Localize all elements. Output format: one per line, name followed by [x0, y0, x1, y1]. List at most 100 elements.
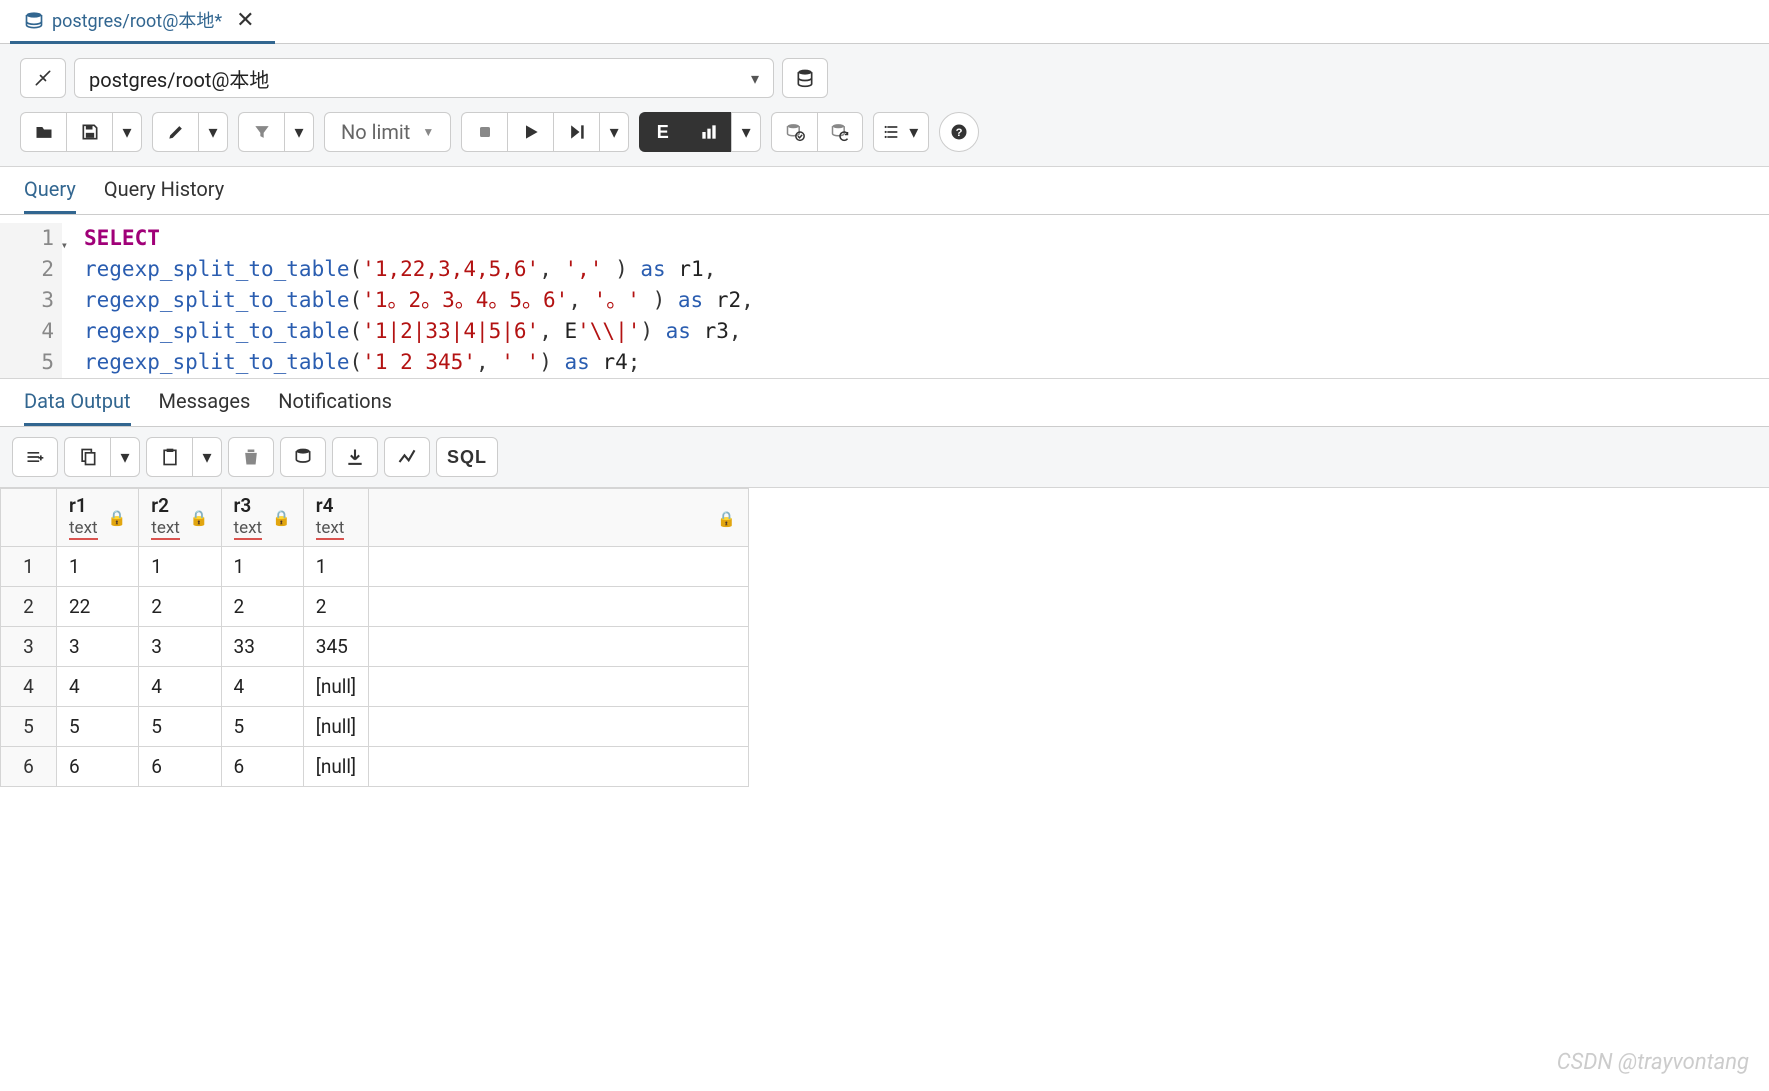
keyword: SELECT — [84, 226, 160, 250]
row-number: 3 — [1, 627, 57, 667]
cell[interactable]: 2 — [303, 587, 368, 627]
stop-button[interactable] — [461, 112, 507, 152]
execute-dropdown[interactable]: ▾ — [599, 112, 629, 152]
commit-button[interactable] — [771, 112, 817, 152]
tab-query[interactable]: Query — [24, 177, 76, 214]
watermark: CSDN @trayvontang — [1557, 1050, 1749, 1075]
cell[interactable]: 3 — [139, 627, 221, 667]
tab-notifications[interactable]: Notifications — [278, 389, 392, 426]
column-header-r1[interactable]: r1text🔒 — [57, 489, 139, 547]
cell[interactable]: 6 — [139, 747, 221, 787]
string: '1 2 345' — [362, 350, 476, 374]
cell[interactable]: 4 — [57, 667, 139, 707]
explain-analyze-button[interactable] — [685, 112, 731, 152]
paste-dropdown[interactable]: ▾ — [192, 437, 222, 477]
execute-script-button[interactable] — [553, 112, 599, 152]
col-name: r3 — [234, 495, 263, 518]
column-header-r3[interactable]: r3text🔒 — [221, 489, 303, 547]
cell[interactable]: 2 — [139, 587, 221, 627]
macros-button[interactable]: ▾ — [873, 112, 929, 152]
table-row[interactable]: 11111 — [1, 547, 749, 587]
tab-messages[interactable]: Messages — [159, 389, 251, 426]
col-type: text — [151, 518, 180, 540]
cell[interactable]: 4 — [139, 667, 221, 707]
copy-dropdown[interactable]: ▾ — [110, 437, 140, 477]
table-row[interactable]: 222222 — [1, 587, 749, 627]
limit-select[interactable]: No limit ▼ — [324, 112, 451, 152]
tab-query-history[interactable]: Query History — [104, 177, 224, 214]
edit-dropdown[interactable]: ▾ — [198, 112, 228, 152]
table-row[interactable]: 33333345 — [1, 627, 749, 667]
code-area[interactable]: SELECT regexp_split_to_table('1,22,3,4,5… — [62, 223, 754, 378]
edit-button[interactable] — [152, 112, 198, 152]
sql-button[interactable]: SQL — [436, 437, 498, 477]
string: ',' — [564, 257, 602, 281]
row-number: 5 — [1, 707, 57, 747]
string: '1,22,3,4,5,6' — [362, 257, 539, 281]
execute-button[interactable] — [507, 112, 553, 152]
function: regexp_split_to_table — [84, 350, 350, 374]
copy-button[interactable] — [64, 437, 110, 477]
filter-button[interactable] — [238, 112, 284, 152]
filter-dropdown[interactable]: ▾ — [284, 112, 314, 152]
table-row[interactable]: 5555[null] — [1, 707, 749, 747]
line-number: 2 — [41, 257, 54, 281]
cell[interactable]: 5 — [139, 707, 221, 747]
cell[interactable]: 3 — [57, 627, 139, 667]
paste-button[interactable] — [146, 437, 192, 477]
cell[interactable]: 5 — [221, 707, 303, 747]
save-button[interactable] — [66, 112, 112, 152]
tab-bar: postgres/root@本地* ✕ — [0, 0, 1769, 44]
explain-dropdown[interactable]: ▾ — [731, 112, 761, 152]
filter-group: ▾ — [238, 112, 314, 152]
server-button[interactable] — [782, 58, 828, 98]
cell[interactable]: 1 — [139, 547, 221, 587]
cell-empty — [369, 627, 749, 667]
column-header-r2[interactable]: r2text🔒 — [139, 489, 221, 547]
explain-button[interactable]: E — [639, 112, 685, 152]
cell[interactable]: 345 — [303, 627, 368, 667]
alias: r3 — [704, 319, 729, 343]
close-icon[interactable]: ✕ — [230, 8, 260, 33]
table-row[interactable]: 6666[null] — [1, 747, 749, 787]
rollback-button[interactable] — [817, 112, 863, 152]
fold-icon[interactable]: ▾ — [61, 230, 68, 261]
help-button[interactable]: ? — [939, 112, 979, 152]
cell[interactable]: 1 — [57, 547, 139, 587]
cell[interactable]: 5 — [57, 707, 139, 747]
save-dropdown[interactable]: ▾ — [112, 112, 142, 152]
cell-empty — [369, 667, 749, 707]
cell[interactable]: 1 — [221, 547, 303, 587]
cell[interactable]: [null] — [303, 707, 368, 747]
cell[interactable]: 22 — [57, 587, 139, 627]
save-data-button[interactable] — [280, 437, 326, 477]
cell[interactable]: 6 — [221, 747, 303, 787]
cell[interactable]: 4 — [221, 667, 303, 707]
row-number: 6 — [1, 747, 57, 787]
add-row-button[interactable] — [12, 437, 58, 477]
cell[interactable]: 2 — [221, 587, 303, 627]
row-number: 4 — [1, 667, 57, 707]
editor-tab[interactable]: postgres/root@本地* ✕ — [10, 0, 275, 44]
line-number: 4 — [41, 319, 54, 343]
cell-empty — [369, 587, 749, 627]
column-header-extra: 🔒 — [369, 489, 749, 547]
cell[interactable]: [null] — [303, 667, 368, 707]
transaction-group — [771, 112, 863, 152]
chevron-down-icon: ▾ — [751, 69, 759, 88]
tab-data-output[interactable]: Data Output — [24, 389, 131, 426]
connection-status-button[interactable] — [20, 58, 66, 98]
table-row[interactable]: 4444[null] — [1, 667, 749, 707]
column-header-r4[interactable]: r4text — [303, 489, 368, 547]
download-button[interactable] — [332, 437, 378, 477]
explain-group: E ▾ — [639, 112, 761, 152]
connection-select[interactable]: postgres/root@本地 ▾ — [74, 58, 774, 98]
delete-button[interactable] — [228, 437, 274, 477]
open-file-button[interactable] — [20, 112, 66, 152]
cell[interactable]: 33 — [221, 627, 303, 667]
cell[interactable]: [null] — [303, 747, 368, 787]
graph-button[interactable] — [384, 437, 430, 477]
sql-editor[interactable]: 1▾ 2 3 4 5 SELECT regexp_split_to_table(… — [0, 215, 1769, 378]
cell[interactable]: 6 — [57, 747, 139, 787]
cell[interactable]: 1 — [303, 547, 368, 587]
